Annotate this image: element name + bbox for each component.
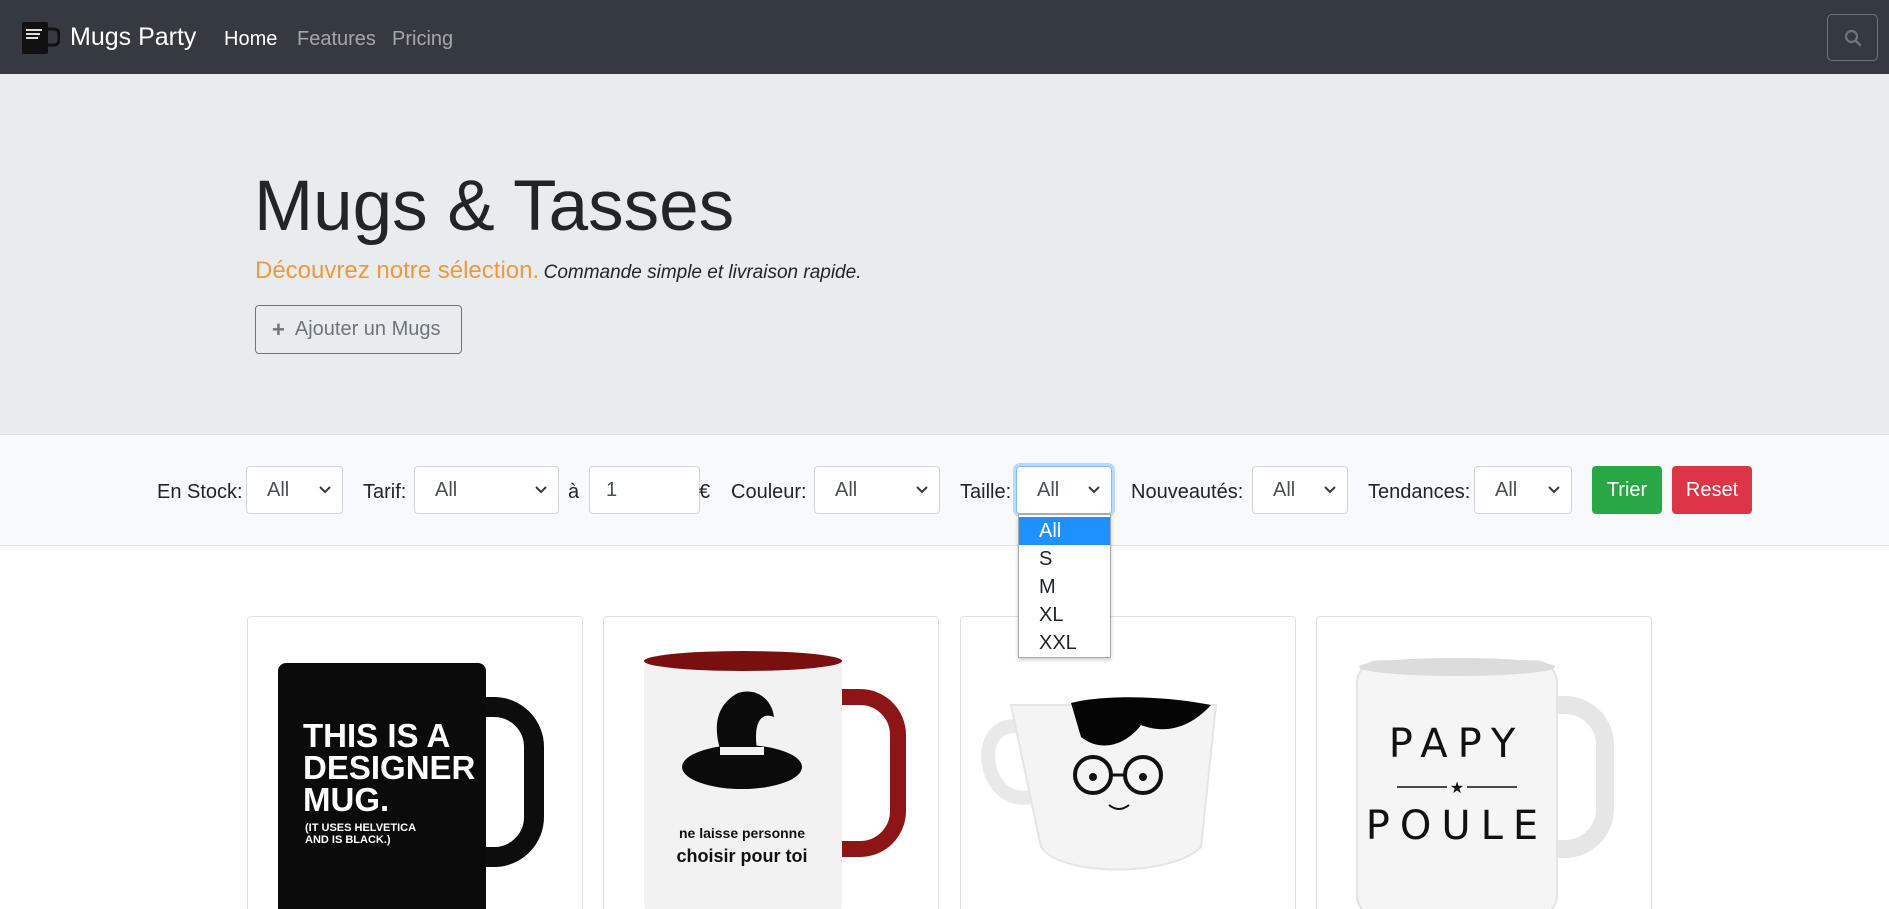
nav-home[interactable]: Home xyxy=(224,26,277,52)
chevron-down-icon xyxy=(535,486,547,494)
product-image-designer-mug: THIS IS A DESIGNER MUG. (IT USES HELVETI… xyxy=(278,663,544,909)
sort-button[interactable]: Trier xyxy=(1592,466,1662,514)
stock-select[interactable]: All xyxy=(246,466,343,514)
tendances-select[interactable]: All xyxy=(1474,466,1572,514)
product-card[interactable]: ne laisse personne choisir pour toi xyxy=(603,616,939,909)
nouveautes-label: Nouveautés: xyxy=(1131,481,1244,503)
tendances-select-value: All xyxy=(1495,478,1518,501)
chevron-down-icon xyxy=(1088,486,1100,494)
hero-section: Mugs & Tasses Découvrez notre sélection.… xyxy=(0,74,1889,435)
tarif-select-value: All xyxy=(435,478,458,501)
max-price-input[interactable]: 1 xyxy=(589,466,700,514)
chevron-down-icon xyxy=(319,486,331,494)
brand-logo-mug-icon[interactable] xyxy=(20,20,61,56)
hero-lead-subtitle: Commande simple et livraison rapide. xyxy=(543,262,862,283)
taille-option-m[interactable]: M xyxy=(1019,573,1110,601)
mug-text-line: ne laisse personne xyxy=(679,825,805,841)
mug-text-line: PAPY xyxy=(1389,721,1526,767)
tendances-label: Tendances: xyxy=(1368,481,1471,503)
currency-label: € xyxy=(699,481,711,503)
price-to-label: à xyxy=(568,481,580,503)
taille-option-s[interactable]: S xyxy=(1019,545,1110,573)
stock-select-value: All xyxy=(267,478,290,501)
add-mug-label: Ajouter un Mugs xyxy=(294,318,441,340)
taille-dropdown-list: All S M XL XXL xyxy=(1018,514,1111,658)
mug-text-line: POULE xyxy=(1366,803,1548,849)
couleur-label: Couleur: xyxy=(731,481,807,503)
navbar: Mugs Party Home Features Pricing xyxy=(0,0,1889,74)
mug-text-line: MUG. xyxy=(303,781,389,818)
couleur-select-value: All xyxy=(835,478,858,501)
search-icon xyxy=(1844,29,1861,46)
max-price-value: 1 xyxy=(606,478,618,501)
chevron-down-icon xyxy=(1548,486,1560,494)
chevron-down-icon xyxy=(916,486,928,494)
product-card[interactable]: THIS IS A DESIGNER MUG. (IT USES HELVETI… xyxy=(247,616,583,909)
add-mug-button[interactable]: + Ajouter un Mugs xyxy=(255,305,462,354)
search-button[interactable] xyxy=(1827,14,1878,61)
page-title: Mugs & Tasses xyxy=(254,167,735,246)
nav-pricing[interactable]: Pricing xyxy=(392,26,453,52)
product-image-witch-mug: ne laisse personne choisir pour toi xyxy=(644,651,906,909)
mug-text-line: choisir pour toi xyxy=(676,846,807,866)
taille-label: Taille: xyxy=(960,481,1012,503)
chevron-down-icon xyxy=(1324,486,1336,494)
product-image-glasses-mug xyxy=(981,697,1218,871)
nouveautes-select[interactable]: All xyxy=(1252,466,1348,514)
product-card[interactable] xyxy=(960,616,1296,909)
couleur-select[interactable]: All xyxy=(814,466,940,514)
plus-icon: + xyxy=(272,316,285,342)
hero-lead-accent: Découvrez notre sélection. xyxy=(255,257,540,284)
brand-name[interactable]: Mugs Party xyxy=(70,20,196,54)
mug-text-line: AND IS BLACK.) xyxy=(305,834,391,846)
nav-features[interactable]: Features xyxy=(297,26,376,52)
tarif-select[interactable]: All xyxy=(414,466,559,514)
taille-select-value: All xyxy=(1037,478,1060,501)
tarif-label: Tarif: xyxy=(363,481,407,503)
stock-label: En Stock: xyxy=(157,481,243,503)
mug-text-line: (IT USES HELVETICA xyxy=(305,822,416,834)
taille-option-xl[interactable]: XL xyxy=(1019,601,1110,629)
taille-option-all[interactable]: All xyxy=(1019,517,1110,545)
taille-option-xxl[interactable]: XXL xyxy=(1019,629,1110,657)
nouveautes-select-value: All xyxy=(1273,478,1296,501)
reset-button[interactable]: Reset xyxy=(1672,466,1752,514)
product-card[interactable]: PAPY ★ POULE xyxy=(1316,616,1652,909)
taille-select[interactable]: All xyxy=(1016,466,1112,514)
star-icon: ★ xyxy=(1450,778,1464,797)
product-image-papy-poule-mug: PAPY ★ POULE xyxy=(1356,658,1614,909)
hero-lead: Découvrez notre sélection. Commande simp… xyxy=(255,255,861,290)
